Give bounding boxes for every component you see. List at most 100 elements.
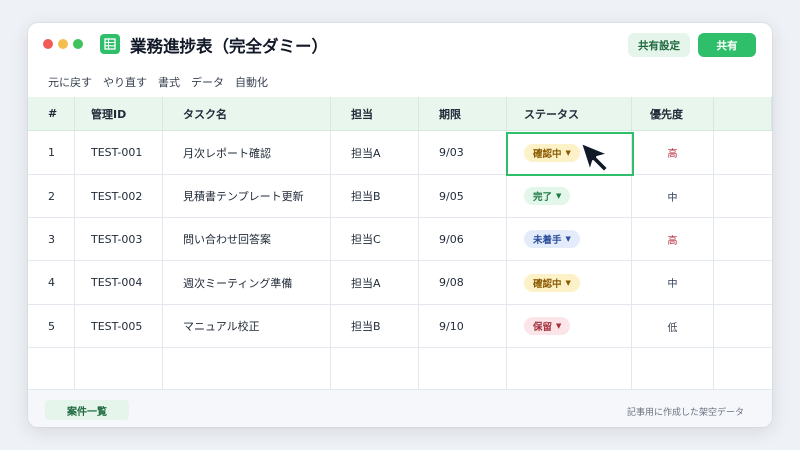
- empty-cell[interactable]: [714, 175, 772, 217]
- column-header-id[interactable]: 管理ID: [75, 97, 163, 130]
- due-date-cell[interactable]: 9/03: [419, 131, 507, 174]
- column-header-priority[interactable]: 優先度: [632, 97, 714, 130]
- empty-cell[interactable]: [75, 348, 163, 389]
- status-dropdown[interactable]: 未着手 ▼: [524, 230, 580, 248]
- priority-cell[interactable]: 中: [632, 175, 714, 217]
- mouse-pointer-icon: [580, 142, 609, 173]
- due-date-cell[interactable]: 9/06: [419, 218, 507, 260]
- task-name-cell[interactable]: 週次ミーティング準備: [163, 261, 331, 304]
- task-name-cell[interactable]: 見積書テンプレート更新: [163, 175, 331, 217]
- row-number-cell[interactable]: 4: [28, 261, 75, 304]
- empty-cell[interactable]: [507, 348, 632, 389]
- owner-cell[interactable]: 担当A: [331, 261, 419, 304]
- share-button[interactable]: 共有: [698, 33, 756, 57]
- empty-cell[interactable]: [714, 305, 772, 347]
- task-name-cell[interactable]: 月次レポート確認: [163, 131, 331, 174]
- caret-down-icon: ▼: [565, 235, 571, 243]
- menu-data[interactable]: データ: [191, 74, 224, 90]
- priority-cell[interactable]: 高: [632, 131, 714, 174]
- priority-cell[interactable]: 高: [632, 218, 714, 260]
- caret-down-icon: ▼: [556, 322, 562, 330]
- priority-cell[interactable]: 低: [632, 305, 714, 347]
- task-table: # 管理ID タスク名 担当 期限 ステータス 優先度 1 TEST-001 月次レ…: [28, 97, 772, 389]
- id-cell[interactable]: TEST-003: [75, 218, 163, 260]
- status-cell[interactable]: 保留 ▼: [507, 305, 632, 347]
- minimize-window-button[interactable]: [58, 39, 68, 49]
- empty-row: [28, 348, 772, 389]
- menu-automation[interactable]: 自動化: [235, 74, 268, 90]
- menu-redo[interactable]: やり直す: [103, 74, 147, 90]
- column-header-number[interactable]: #: [28, 97, 75, 130]
- status-cell[interactable]: 確認中 ▼: [507, 131, 632, 174]
- owner-cell[interactable]: 担当B: [331, 175, 419, 217]
- row-number-cell[interactable]: 5: [28, 305, 75, 347]
- empty-cell[interactable]: [714, 261, 772, 304]
- priority-label: 高: [667, 235, 678, 247]
- priority-label: 低: [667, 322, 678, 334]
- due-date-cell[interactable]: 9/08: [419, 261, 507, 304]
- empty-cell[interactable]: [632, 348, 714, 389]
- row-number-cell[interactable]: 3: [28, 218, 75, 260]
- caret-down-icon: ▼: [565, 148, 571, 157]
- status-cell[interactable]: 確認中 ▼: [507, 261, 632, 304]
- column-header-empty[interactable]: [714, 97, 772, 130]
- status-label: 保留: [533, 322, 553, 333]
- row-number-cell[interactable]: 1: [28, 131, 75, 174]
- owner-cell[interactable]: 担当A: [331, 131, 419, 174]
- share-settings-button[interactable]: 共有設定: [628, 33, 690, 57]
- priority-label: 中: [667, 192, 678, 204]
- id-cell[interactable]: TEST-004: [75, 261, 163, 304]
- empty-cell[interactable]: [714, 218, 772, 260]
- status-label: 確認中: [533, 278, 562, 290]
- table-row: 2 TEST-002 見積書テンプレート更新 担当B 9/05 完了 ▼ 中: [28, 175, 772, 218]
- status-label: 完了: [533, 192, 553, 203]
- column-header-task[interactable]: タスク名: [163, 97, 331, 130]
- priority-label: 高: [667, 149, 678, 160]
- status-dropdown[interactable]: 確認中 ▼: [524, 273, 580, 292]
- owner-cell[interactable]: 担当C: [331, 218, 419, 260]
- empty-cell[interactable]: [28, 348, 75, 389]
- due-date-cell[interactable]: 9/05: [419, 175, 507, 217]
- id-cell[interactable]: TEST-005: [75, 305, 163, 347]
- footer-bar: 案件一覧 記事用に作成した架空データ: [28, 389, 772, 427]
- empty-cell[interactable]: [331, 348, 419, 389]
- table-row: 3 TEST-003 問い合わせ回答案 担当C 9/06 未着手 ▼ 高: [28, 218, 772, 261]
- menu-format[interactable]: 書式: [158, 74, 180, 90]
- empty-cell[interactable]: [419, 348, 507, 389]
- column-header-owner[interactable]: 担当: [331, 97, 419, 130]
- table-row: 4 TEST-004 週次ミーティング準備 担当A 9/08 確認中 ▼ 中: [28, 261, 772, 305]
- table-row: 1 TEST-001 月次レポート確認 担当A 9/03 確認中 ▼ 高: [28, 131, 772, 175]
- status-cell[interactable]: 未着手 ▼: [507, 218, 632, 260]
- status-label: 確認中: [533, 148, 562, 160]
- caret-down-icon: ▼: [565, 278, 571, 287]
- status-label: 未着手: [533, 235, 562, 246]
- status-dropdown[interactable]: 保留 ▼: [524, 317, 571, 335]
- app-window: 業務進捗表（完全ダミー） 共有設定 共有 元に戻す やり直す 書式 データ 自動…: [28, 23, 772, 427]
- maximize-window-button[interactable]: [73, 39, 83, 49]
- task-name-cell[interactable]: 問い合わせ回答案: [163, 218, 331, 260]
- row-number-cell[interactable]: 2: [28, 175, 75, 217]
- column-header-due[interactable]: 期限: [419, 97, 507, 130]
- priority-cell[interactable]: 中: [632, 261, 714, 304]
- column-header-status[interactable]: ステータス: [507, 97, 632, 130]
- spreadsheet-icon: [100, 34, 120, 54]
- menu-undo[interactable]: 元に戻す: [48, 74, 92, 90]
- close-window-button[interactable]: [43, 39, 53, 49]
- task-name-cell[interactable]: マニュアル校正: [163, 305, 331, 347]
- due-date-cell[interactable]: 9/10: [419, 305, 507, 347]
- title-bar: 業務進捗表（完全ダミー） 共有設定 共有: [28, 23, 772, 67]
- table-row: 5 TEST-005 マニュアル校正 担当B 9/10 保留 ▼ 低: [28, 305, 772, 348]
- sheet-tab-projects[interactable]: 案件一覧: [45, 400, 129, 420]
- id-cell[interactable]: TEST-001: [75, 131, 163, 174]
- table-header: # 管理ID タスク名 担当 期限 ステータス 優先度: [28, 97, 772, 131]
- footer-note: 記事用に作成した架空データ: [626, 408, 744, 418]
- document-title: 業務進捗表（完全ダミー）: [130, 37, 328, 56]
- status-cell[interactable]: 完了 ▼: [507, 175, 632, 217]
- status-dropdown[interactable]: 確認中 ▼: [524, 143, 580, 162]
- owner-cell[interactable]: 担当B: [331, 305, 419, 347]
- status-dropdown[interactable]: 完了 ▼: [524, 187, 571, 205]
- id-cell[interactable]: TEST-002: [75, 175, 163, 217]
- empty-cell[interactable]: [714, 348, 772, 389]
- empty-cell[interactable]: [163, 348, 331, 389]
- empty-cell[interactable]: [714, 131, 772, 174]
